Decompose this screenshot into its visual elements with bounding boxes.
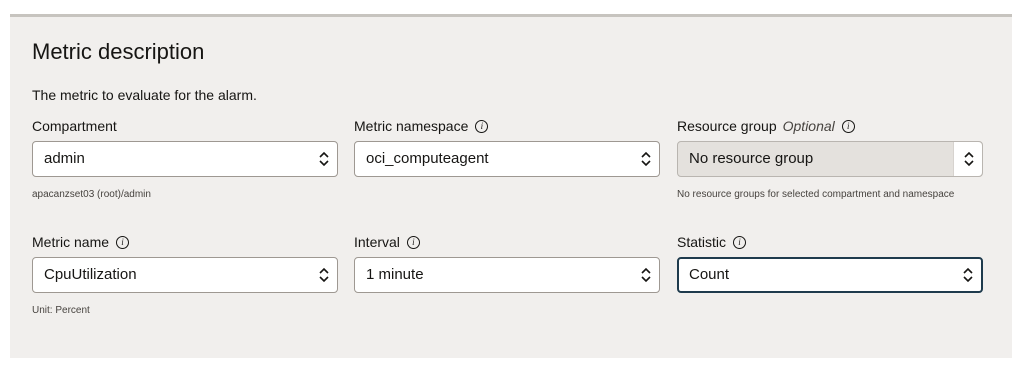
metric-name-field: Metric name i CpuUtilization Unit: Perce… bbox=[32, 233, 338, 319]
resource-group-value: No resource group bbox=[689, 150, 814, 167]
info-icon[interactable]: i bbox=[406, 235, 420, 249]
metric-namespace-label: Metric namespace i bbox=[354, 117, 660, 135]
statistic-label: Statistic i bbox=[677, 233, 983, 251]
section-title: Metric description bbox=[32, 39, 205, 64]
resource-group-hint: No resource groups for selected compartm… bbox=[677, 189, 955, 200]
interval-select[interactable]: 1 minute bbox=[354, 257, 660, 293]
resource-group-select[interactable]: No resource group bbox=[677, 141, 983, 177]
interval-value: 1 minute bbox=[366, 266, 424, 283]
up-down-chevron-icon bbox=[963, 267, 973, 283]
metric-name-value: CpuUtilization bbox=[44, 266, 137, 283]
info-icon[interactable]: i bbox=[841, 119, 855, 133]
statistic-value: Count bbox=[689, 266, 730, 283]
metric-name-hint: Unit: Percent bbox=[32, 305, 90, 316]
up-down-chevron-icon bbox=[319, 151, 329, 167]
resource-group-label: Resource group Optional i bbox=[677, 117, 983, 135]
compartment-value: admin bbox=[44, 150, 85, 167]
interval-label: Interval i bbox=[354, 233, 660, 251]
up-down-chevron-icon bbox=[641, 151, 651, 167]
up-down-chevron-icon bbox=[641, 267, 651, 283]
section-description: The metric to evaluate for the alarm. bbox=[32, 87, 257, 103]
compartment-hint: apacanzset03 (root)/admin bbox=[32, 189, 151, 200]
interval-field: Interval i 1 minute bbox=[354, 233, 660, 293]
metric-namespace-field: Metric namespace i oci_computeagent bbox=[354, 117, 660, 177]
resource-group-dropdown-button[interactable] bbox=[953, 142, 982, 176]
up-down-chevron-icon bbox=[964, 151, 974, 167]
info-icon[interactable]: i bbox=[733, 235, 747, 249]
statistic-select[interactable]: Count bbox=[677, 257, 983, 293]
resource-group-field: Resource group Optional i No resource gr… bbox=[677, 117, 983, 203]
compartment-select[interactable]: admin bbox=[32, 141, 338, 177]
up-down-chevron-icon bbox=[319, 267, 329, 283]
metric-description-panel: Metric description The metric to evaluat… bbox=[10, 14, 1012, 358]
metric-namespace-select[interactable]: oci_computeagent bbox=[354, 141, 660, 177]
compartment-field: Compartment admin apacanzset03 (root)/ad… bbox=[32, 117, 338, 203]
compartment-label: Compartment bbox=[32, 118, 117, 134]
info-icon[interactable]: i bbox=[475, 119, 489, 133]
info-icon[interactable]: i bbox=[116, 235, 130, 249]
statistic-field: Statistic i Count bbox=[677, 233, 983, 293]
metric-name-label: Metric name i bbox=[32, 233, 338, 251]
metric-namespace-value: oci_computeagent bbox=[366, 150, 489, 167]
metric-name-select[interactable]: CpuUtilization bbox=[32, 257, 338, 293]
optional-tag: Optional bbox=[782, 118, 835, 134]
